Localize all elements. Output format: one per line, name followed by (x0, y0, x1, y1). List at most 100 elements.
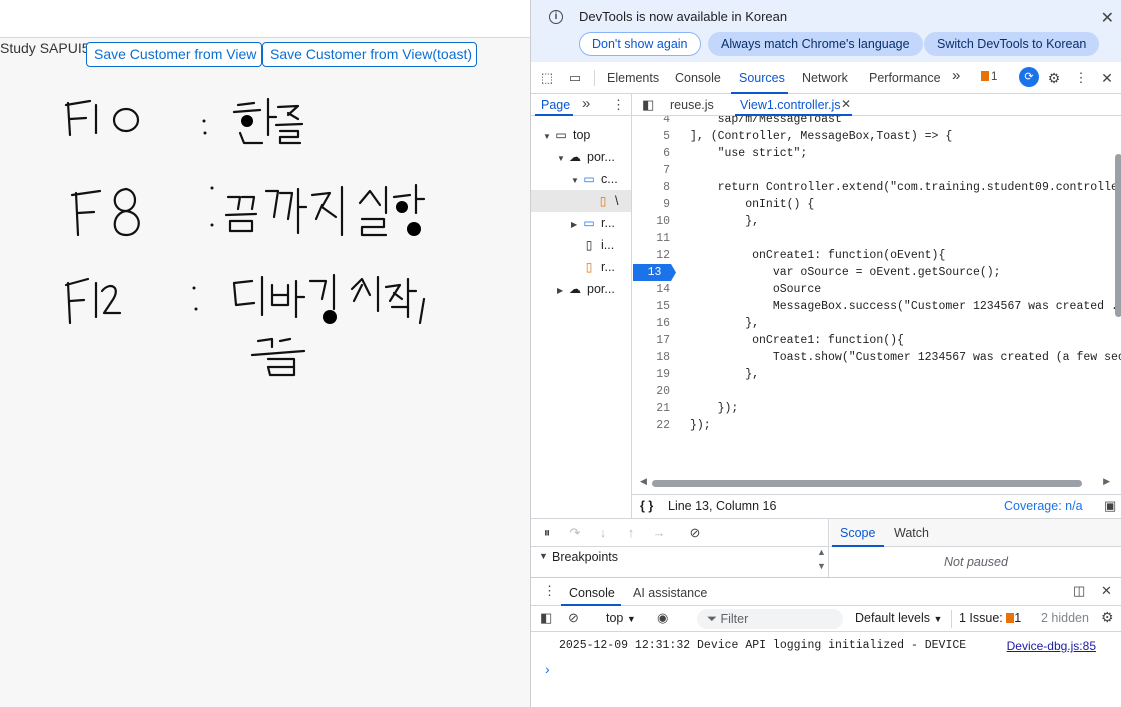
pretty-print-icon[interactable]: { } (640, 495, 653, 517)
tree-item-file-selected[interactable]: ▯ \ (531, 190, 631, 212)
navigator-menu-icon[interactable]: ⋮ (612, 97, 625, 113)
code-line[interactable]: 9 onInit() { (632, 196, 1121, 213)
live-expression-eye-icon[interactable]: ◉ (657, 610, 668, 626)
code-line[interactable]: 8 return Controller.extend("com.training… (632, 179, 1121, 196)
inspect-element-icon[interactable]: ⬚ (539, 70, 555, 86)
toggle-sidebar-icon[interactable]: ▣ (1104, 495, 1116, 517)
line-number[interactable]: 4 (632, 116, 670, 128)
tree-item-origin[interactable]: ▼ ☁ por... (531, 146, 631, 168)
code-line[interactable]: 22}); (632, 417, 1121, 434)
breakpoints-section[interactable]: ▼ Breakpoints ▲ ▼ (531, 547, 829, 578)
line-number[interactable]: 21 (632, 400, 670, 417)
close-drawer-icon[interactable]: ✕ (1101, 583, 1112, 599)
console-prompt-icon[interactable]: › (545, 661, 550, 677)
drawer-menu-icon[interactable]: ⋮ (543, 583, 556, 599)
tab-sources[interactable]: Sources (739, 71, 785, 85)
line-number[interactable]: 20 (632, 383, 670, 400)
tab-scope[interactable]: Scope (840, 526, 875, 540)
issues-counter[interactable]: 1 Issue: 1 (959, 611, 1021, 625)
issues-badge[interactable]: 1 (981, 71, 997, 83)
device-toolbar-icon[interactable]: ▭ (567, 70, 583, 86)
pause-icon[interactable]: ⏸ (539, 525, 555, 541)
code-line[interactable]: 7 (632, 162, 1121, 179)
console-settings-gear-icon[interactable]: ⚙ (1101, 609, 1114, 626)
dont-show-again-button[interactable]: Don't show again (579, 32, 701, 56)
tab-ai-assistance[interactable]: AI assistance (633, 586, 707, 600)
code-line[interactable]: 20 (632, 383, 1121, 400)
scroll-left-icon[interactable]: ◀ (640, 476, 647, 487)
tree-item-folder[interactable]: ▼ ▭ c... (531, 168, 631, 190)
sync-icon[interactable]: ⟳ (1019, 67, 1039, 87)
coverage-link[interactable]: Coverage: n/a (1004, 495, 1083, 517)
more-navigator-tabs-icon[interactable]: » (582, 95, 590, 112)
tree-item-folder[interactable]: ▶ ▭ r... (531, 212, 631, 234)
vertical-scrollbar[interactable] (1115, 154, 1121, 317)
line-number[interactable]: 8 (632, 179, 670, 196)
more-tabs-chevron-icon[interactable]: » (952, 67, 960, 84)
step-over-icon[interactable]: ↷ (567, 525, 583, 541)
tab-watch[interactable]: Watch (894, 526, 929, 540)
code-line[interactable]: 5], (Controller, MessageBox,Toast) => { (632, 128, 1121, 145)
code-view[interactable]: 4 sap/m/MessageToast 5], (Controller, Mes… (632, 116, 1121, 468)
code-line[interactable]: 17 onCreate1: function(){ (632, 332, 1121, 349)
tab-console[interactable]: Console (675, 71, 721, 85)
switch-to-korean-button[interactable]: Switch DevTools to Korean (924, 32, 1100, 56)
scroll-down-icon[interactable]: ▼ (817, 561, 826, 571)
code-line[interactable]: 11 (632, 230, 1121, 247)
settings-gear-icon[interactable]: ⚙ (1046, 70, 1062, 86)
tab-console-drawer[interactable]: Console (569, 586, 615, 600)
more-options-icon[interactable]: ⋮ (1073, 70, 1089, 86)
line-number[interactable]: 14 (632, 281, 670, 298)
tree-item-file[interactable]: ▯ i... (531, 234, 631, 256)
scrollbar-thumb[interactable] (652, 480, 1082, 487)
save-customer-button[interactable]: Save Customer from View (86, 42, 262, 67)
line-number[interactable]: 6 (632, 145, 670, 162)
tree-item-file[interactable]: ▯ r... (531, 256, 631, 278)
line-number[interactable]: 17 (632, 332, 670, 349)
line-number[interactable]: 7 (632, 162, 670, 179)
context-selector[interactable]: top ▼ (606, 611, 636, 625)
code-line[interactable]: 16 }, (632, 315, 1121, 332)
tree-item-top[interactable]: ▼ ▭ top (531, 124, 631, 146)
code-line[interactable]: 14 oSource (632, 281, 1121, 298)
line-number[interactable]: 10 (632, 213, 670, 230)
code-line[interactable]: 21 }); (632, 400, 1121, 417)
log-levels-dropdown[interactable]: Default levels ▼ (855, 611, 942, 625)
clear-console-icon[interactable]: ⊘ (568, 610, 579, 626)
step-into-icon[interactable]: ↓ (595, 525, 611, 541)
line-number[interactable]: 12 (632, 247, 670, 264)
breakpoint-line-number[interactable]: 13 (633, 264, 676, 281)
tab-performance[interactable]: Performance (869, 71, 941, 85)
step-icon[interactable]: → (651, 525, 667, 541)
close-tab-icon[interactable]: ✕ (841, 97, 851, 111)
save-customer-toast-button[interactable]: Save Customer from View(toast) (262, 42, 477, 67)
code-line[interactable]: 19 }, (632, 366, 1121, 383)
line-number[interactable]: 5 (632, 128, 670, 145)
tree-item-origin[interactable]: ▶ ☁ por... (531, 278, 631, 300)
file-tab-view1-controller[interactable]: View1.controller.js (740, 98, 841, 112)
line-number[interactable]: 15 (632, 298, 670, 315)
scroll-right-icon[interactable]: ▶ (1103, 476, 1110, 487)
code-line[interactable]: 10 }, (632, 213, 1121, 230)
line-number[interactable]: 22 (632, 417, 670, 434)
log-source-link[interactable]: Device-dbg.js:85 (1007, 636, 1096, 656)
code-line[interactable]: 4 sap/m/MessageToast (632, 116, 1121, 128)
console-sidebar-icon[interactable]: ◧ (540, 610, 552, 626)
tab-network[interactable]: Network (802, 71, 848, 85)
code-line[interactable]: 13 var oSource = oEvent.getSource(); (632, 264, 1121, 281)
close-icon[interactable]: ✕ (1101, 8, 1114, 28)
toggle-navigator-icon[interactable]: ◧ (642, 97, 654, 113)
code-line[interactable]: 6 "use strict"; (632, 145, 1121, 162)
code-line[interactable]: 18 Toast.show("Customer 1234567 was crea… (632, 349, 1121, 366)
file-tab-reuse[interactable]: reuse.js (670, 98, 714, 112)
scroll-up-icon[interactable]: ▲ (817, 547, 826, 557)
tab-elements[interactable]: Elements (607, 71, 659, 85)
deactivate-breakpoints-icon[interactable]: ⊘ (687, 525, 703, 541)
dock-drawer-icon[interactable]: ◫ (1073, 583, 1085, 599)
code-line[interactable]: 12 onCreate1: function(oEvent){ (632, 247, 1121, 264)
line-number[interactable]: 9 (632, 196, 670, 213)
line-number[interactable]: 11 (632, 230, 670, 247)
line-number[interactable]: 18 (632, 349, 670, 366)
step-out-icon[interactable]: ↑ (623, 525, 639, 541)
horizontal-scrollbar[interactable]: ◀ ▶ (640, 476, 1110, 489)
